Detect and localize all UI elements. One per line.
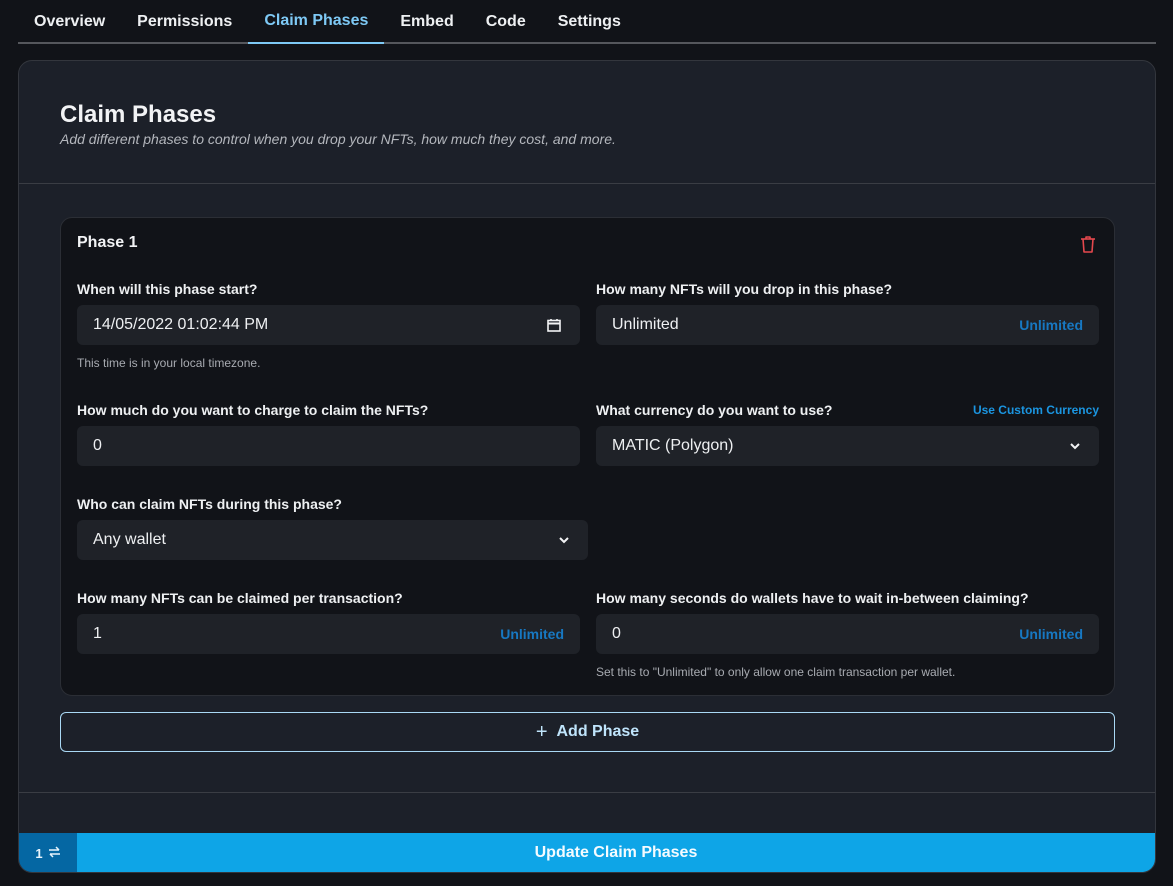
quantity-field: How many NFTs will you drop in this phas… xyxy=(596,280,1099,345)
footer-divider xyxy=(19,792,1155,793)
price-value: 0 xyxy=(93,437,102,454)
calendar-icon[interactable] xyxy=(546,317,562,333)
currency-field: What currency do you want to use? Use Cu… xyxy=(596,401,1099,466)
wait-seconds-unlimited-button[interactable]: Unlimited xyxy=(1019,626,1083,642)
wait-seconds-value: 0 xyxy=(612,625,621,642)
who-can-claim-value: Any wallet xyxy=(93,531,166,548)
phase-card: Phase 1 When will this phase start? 14/0… xyxy=(60,217,1115,696)
per-transaction-value: 1 xyxy=(93,625,102,642)
tab-code[interactable]: Code xyxy=(470,0,542,44)
page-title: Claim Phases xyxy=(60,101,217,128)
update-claim-phases-button[interactable]: Update Claim Phases xyxy=(77,833,1155,872)
price-field: How much do you want to charge to claim … xyxy=(77,401,580,466)
chevron-down-icon xyxy=(558,536,570,544)
claim-phases-card: Claim Phases Add different phases to con… xyxy=(18,60,1156,873)
per-transaction-field: How many NFTs can be claimed per transac… xyxy=(77,589,580,654)
tab-overview[interactable]: Overview xyxy=(18,0,121,44)
price-label: How much do you want to charge to claim … xyxy=(77,402,429,418)
tab-embed[interactable]: Embed xyxy=(384,0,469,44)
plus-icon: + xyxy=(535,721,548,743)
changes-count: 1 xyxy=(35,845,43,861)
per-transaction-label: How many NFTs can be claimed per transac… xyxy=(77,590,403,606)
phase-title: Phase 1 xyxy=(77,234,138,251)
currency-label: What currency do you want to use? xyxy=(596,402,833,418)
per-transaction-input[interactable]: 1 Unlimited xyxy=(77,614,580,654)
start-date-field: When will this phase start? 14/05/2022 0… xyxy=(77,280,580,370)
currency-select[interactable]: MATIC (Polygon) xyxy=(596,426,1099,466)
price-input[interactable]: 0 xyxy=(77,426,580,466)
who-can-claim-select[interactable]: Any wallet xyxy=(77,520,588,560)
wait-seconds-label: How many seconds do wallets have to wait… xyxy=(596,590,1029,606)
start-date-value: 14/05/2022 01:02:44 PM xyxy=(93,316,269,333)
currency-value: MATIC (Polygon) xyxy=(612,437,734,454)
tab-permissions[interactable]: Permissions xyxy=(121,0,248,44)
tab-bar: Overview Permissions Claim Phases Embed … xyxy=(18,0,1156,44)
tab-claim-phases[interactable]: Claim Phases xyxy=(248,0,385,44)
card-header: Claim Phases Add different phases to con… xyxy=(19,61,1155,184)
wait-seconds-input[interactable]: 0 Unlimited xyxy=(596,614,1099,654)
changes-counter: 1 xyxy=(19,833,77,872)
tab-settings[interactable]: Settings xyxy=(542,0,637,44)
start-date-input[interactable]: 14/05/2022 01:02:44 PM xyxy=(77,305,580,345)
quantity-label: How many NFTs will you drop in this phas… xyxy=(596,281,893,297)
chevron-down-icon xyxy=(1069,442,1081,450)
quantity-value: Unlimited xyxy=(612,316,679,333)
quantity-input[interactable]: Unlimited Unlimited xyxy=(596,305,1099,345)
page-subtitle: Add different phases to control when you… xyxy=(60,131,616,147)
custom-currency-link[interactable]: Use Custom Currency xyxy=(973,403,1099,417)
per-transaction-unlimited-button[interactable]: Unlimited xyxy=(500,626,564,642)
wait-seconds-help: Set this to "Unlimited" to only allow on… xyxy=(596,665,956,679)
start-date-help: This time is in your local timezone. xyxy=(77,356,261,370)
arrows-swap-icon xyxy=(48,845,61,861)
who-can-claim-label: Who can claim NFTs during this phase? xyxy=(77,496,342,512)
start-date-label: When will this phase start? xyxy=(77,281,258,297)
who-can-claim-field: Who can claim NFTs during this phase? An… xyxy=(77,495,588,560)
footer-bar: 1 Update Claim Phases xyxy=(19,833,1155,872)
quantity-unlimited-button[interactable]: Unlimited xyxy=(1019,317,1083,333)
trash-icon[interactable] xyxy=(1078,234,1098,254)
add-phase-button[interactable]: + Add Phase xyxy=(60,712,1115,752)
add-phase-label: Add Phase xyxy=(556,723,640,740)
wait-seconds-field: How many seconds do wallets have to wait… xyxy=(596,589,1099,679)
